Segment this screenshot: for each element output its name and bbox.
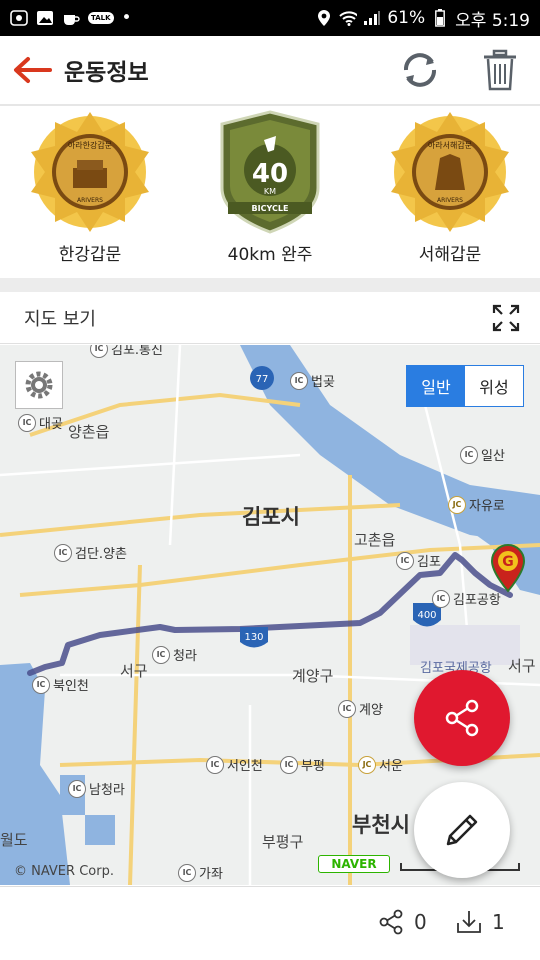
- jc-jayuro: JC 자유로: [448, 495, 505, 514]
- goal-marker-icon[interactable]: G: [488, 543, 528, 593]
- app-bar: 운동정보: [0, 36, 540, 106]
- arrow-left-icon: [14, 57, 52, 83]
- svg-text:BICYCLE: BICYCLE: [252, 204, 289, 213]
- more-notifications-dot: •: [121, 8, 132, 28]
- ic-cheongna: IC 청라: [152, 645, 197, 664]
- download-count-button[interactable]: 1: [456, 909, 505, 935]
- badge-hangang-gate[interactable]: 아라한강갑문 ARIVERS 한강갑문: [0, 108, 180, 278]
- gallery-icon: [36, 10, 54, 26]
- svg-text:KM: KM: [264, 187, 276, 196]
- kakaotalk-icon: TALK: [88, 12, 114, 24]
- map-type-satellite[interactable]: 위성: [465, 366, 523, 406]
- map-label-wido: 월도: [0, 831, 28, 849]
- map-label-seogu: 서구: [120, 662, 148, 680]
- map-label-gochon: 고촌읍: [354, 531, 396, 549]
- share-icon: [379, 909, 403, 935]
- clock: 오후 5:19: [455, 10, 530, 31]
- signal-icon: [363, 10, 381, 26]
- share-count-button[interactable]: 0: [378, 909, 427, 935]
- ic-bukincheon: IC 북인천: [32, 675, 89, 694]
- road-77-shield: 77: [250, 366, 274, 390]
- ic-geomdan: IC 검단.양촌: [54, 543, 127, 562]
- badge-label: 40km 완주: [227, 245, 313, 265]
- map-type-toggle: 일반 위성: [406, 365, 524, 407]
- svg-text:아라서해갑문: 아라서해갑문: [428, 140, 472, 150]
- map-section-header: 지도 보기: [0, 292, 540, 344]
- map-copyright: © NAVER Corp.: [14, 864, 114, 879]
- download-count: 1: [492, 910, 505, 934]
- refresh-button[interactable]: [380, 35, 460, 105]
- badge-emblem: 아라서해갑문 ARIVERS: [380, 108, 520, 236]
- share-count: 0: [414, 910, 427, 934]
- ic-gajwa: IC 가좌: [178, 863, 223, 882]
- svg-text:ARIVERS: ARIVERS: [77, 197, 103, 204]
- ic-beopgot: IC 법곶: [290, 371, 335, 390]
- trash-icon: [484, 49, 516, 91]
- section-divider: [0, 278, 540, 292]
- svg-text:40: 40: [252, 159, 288, 189]
- refresh-icon: [404, 53, 436, 87]
- location-icon: [315, 10, 333, 26]
- badge-emblem: 40 KM BICYCLE: [200, 108, 340, 236]
- map-type-normal[interactable]: 일반: [407, 366, 465, 406]
- svg-text:아라한강갑문: 아라한강갑문: [68, 140, 112, 150]
- download-icon: [457, 911, 481, 933]
- badge-label: 서해갑문: [418, 245, 482, 265]
- map-label-gimpo: 김포시: [242, 505, 300, 529]
- map-label-bupyeong: 부평구: [262, 833, 304, 851]
- map-layer-button[interactable]: [15, 361, 63, 409]
- share-icon: [445, 699, 479, 737]
- map-label-seogu-east: 서구: [508, 657, 536, 675]
- battery-icon: [431, 9, 449, 27]
- page-title: 운동정보: [64, 60, 149, 86]
- badge-seohae-gate[interactable]: 아라서해갑문 ARIVERS 서해갑문: [360, 108, 540, 278]
- ic-gyeyang: IC 계양: [338, 699, 383, 718]
- bottom-action-bar: 0 1: [0, 886, 540, 960]
- svg-text:G: G: [502, 554, 514, 570]
- naver-logo: NAVER: [318, 855, 390, 873]
- fullscreen-button[interactable]: [492, 304, 520, 332]
- ic-namcheongna: IC 남청라: [68, 779, 125, 798]
- ic-bupyeong: IC 부평: [280, 755, 325, 774]
- ic-gimpo-airport: IC 김포공항: [432, 589, 501, 608]
- app-notification-icon: [10, 10, 28, 26]
- badge-label: 한강갑문: [58, 245, 122, 265]
- map-section-title: 지도 보기: [24, 308, 96, 330]
- svg-text:130: 130: [244, 632, 263, 643]
- map-label-gyeyang: 계양구: [292, 667, 334, 685]
- jc-seoun: JC 서운: [358, 755, 403, 774]
- svg-text:ARIVERS: ARIVERS: [437, 197, 463, 204]
- badge-40km-complete[interactable]: 40 KM BICYCLE 40km 완주: [180, 108, 360, 278]
- map-label-bucheon: 부천시: [352, 813, 410, 837]
- badge-row: 아라한강갑문 ARIVERS 한강갑문 40 KM BICYCLE 40km 완…: [0, 108, 540, 278]
- badge-emblem: 아라한강갑문 ARIVERS: [20, 108, 160, 236]
- battery-percent: 61%: [387, 8, 426, 28]
- edit-fab[interactable]: [414, 782, 510, 878]
- ic-seoincheon: IC 서인천: [206, 755, 263, 774]
- ic-gimpotongjin: IC 김포.통진: [90, 345, 163, 358]
- fullscreen-icon: [492, 304, 520, 332]
- map-label-yangchon: 양촌읍: [68, 423, 110, 441]
- gear-icon: [25, 371, 53, 399]
- share-fab[interactable]: [414, 670, 510, 766]
- wifi-icon: [339, 10, 358, 26]
- svg-text:400: 400: [417, 610, 436, 621]
- ic-gimpo: IC 김포: [396, 551, 441, 570]
- pencil-icon: [446, 814, 478, 846]
- delete-button[interactable]: [460, 35, 540, 105]
- ic-daegot: IC 대곶: [18, 413, 63, 432]
- svg-text:77: 77: [256, 374, 269, 385]
- ic-ilsan: IC 일산: [460, 445, 505, 464]
- status-bar: TALK • 61% 오후 5:19: [0, 0, 540, 36]
- back-button[interactable]: [0, 35, 64, 105]
- coffee-icon: [62, 10, 80, 26]
- road-130-shield: 130: [240, 627, 268, 648]
